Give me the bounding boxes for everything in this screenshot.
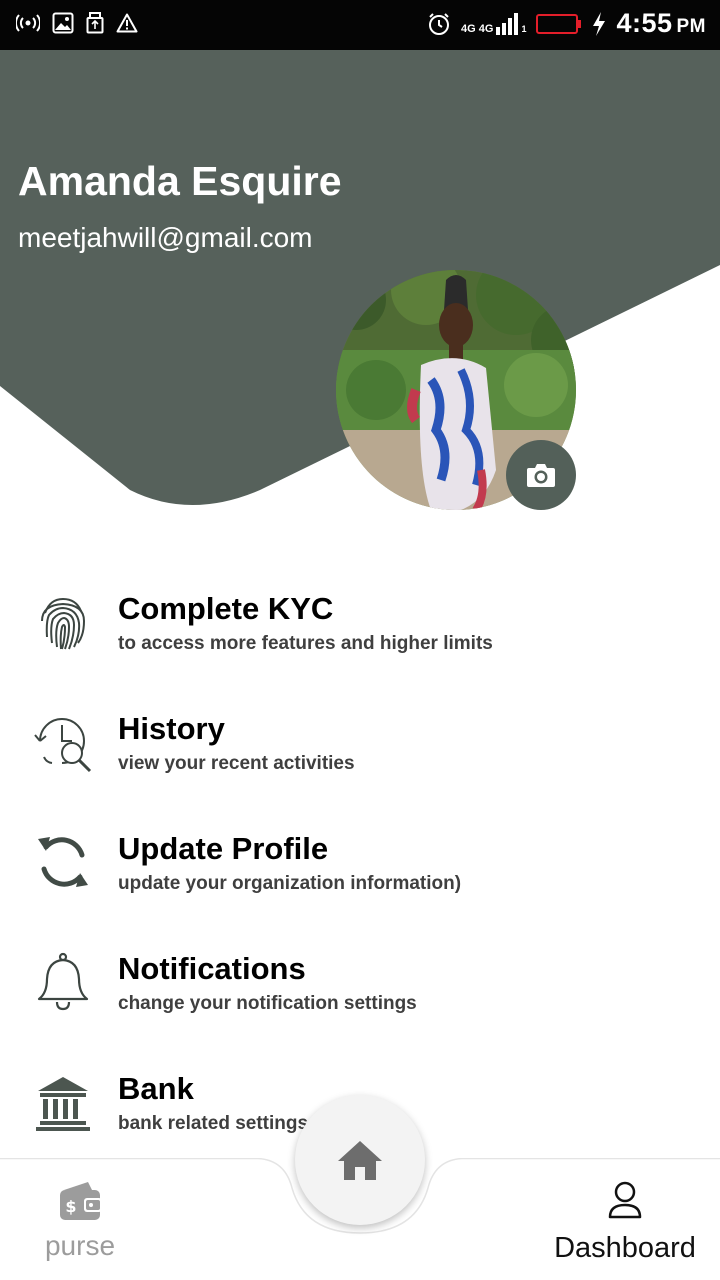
- history-icon: [34, 718, 92, 773]
- alarm-icon: [429, 12, 450, 35]
- menu-item-notifications[interactable]: Notifications change your notification s…: [0, 951, 720, 1051]
- clock-time: 4:55: [616, 8, 673, 38]
- svg-text:$: $: [65, 1197, 76, 1216]
- bell-icon: [37, 952, 89, 1011]
- nav-purse-label: purse: [44, 1230, 116, 1261]
- clock-ampm: PM: [676, 16, 706, 37]
- menu-item-subtitle: bank related settings: [118, 1113, 309, 1134]
- home-button[interactable]: [295, 1095, 425, 1225]
- image-icon: [52, 12, 74, 34]
- status-bar-right: 4G 4G 1 4:55 PM: [427, 8, 706, 39]
- battery-icon: [536, 13, 582, 34]
- nav-dashboard[interactable]: Dashboard: [540, 1176, 710, 1276]
- usb-icon: [86, 12, 104, 34]
- warning-icon: [116, 13, 138, 33]
- user-name: Amanda Esquire: [18, 158, 342, 204]
- status-bar: 4G 4G 1 4:55 PM: [0, 0, 720, 50]
- menu-item-title: History: [118, 711, 225, 746]
- network-type: 4G 4G: [461, 22, 494, 35]
- camera-icon: [527, 464, 555, 487]
- menu-item-subtitle: change your notification settings: [118, 993, 417, 1014]
- home-icon: [338, 1141, 382, 1180]
- menu-item-update-profile[interactable]: Update Profile update your organization …: [0, 831, 720, 931]
- change-photo-button[interactable]: [506, 440, 576, 510]
- signal-icon: [496, 12, 519, 35]
- menu-item-kyc[interactable]: Complete KYC to access more features and…: [0, 591, 720, 691]
- bank-icon: [36, 1077, 90, 1131]
- wallet-icon: $: [60, 1182, 102, 1220]
- user-icon: [608, 1181, 642, 1219]
- network-indicator: 4G 4G 1: [461, 12, 527, 35]
- menu-item-title: Bank: [118, 1071, 194, 1106]
- menu-item-subtitle: view your recent activities: [118, 753, 355, 774]
- user-email: meetjahwill@gmail.com: [18, 222, 313, 253]
- menu-item-title: Update Profile: [118, 831, 329, 866]
- clock: 4:55 PM: [616, 8, 706, 39]
- status-bar-left: [16, 12, 138, 34]
- menu-item-title: Notifications: [118, 951, 306, 986]
- nav-dashboard-label: Dashboard: [554, 1232, 696, 1264]
- fingerprint-icon: [41, 597, 86, 650]
- menu-item-history[interactable]: History view your recent activities: [0, 711, 720, 811]
- menu-item-subtitle: to access more features and higher limit…: [118, 633, 493, 654]
- sync-icon: [38, 837, 88, 887]
- menu-item-subtitle: update your organization information): [118, 873, 462, 894]
- hotspot-icon: [16, 14, 40, 32]
- menu-item-title: Complete KYC: [118, 591, 334, 626]
- nav-purse[interactable]: $ purse: [20, 1176, 140, 1276]
- charging-icon: [593, 11, 606, 36]
- sim-slot: 1: [521, 23, 527, 34]
